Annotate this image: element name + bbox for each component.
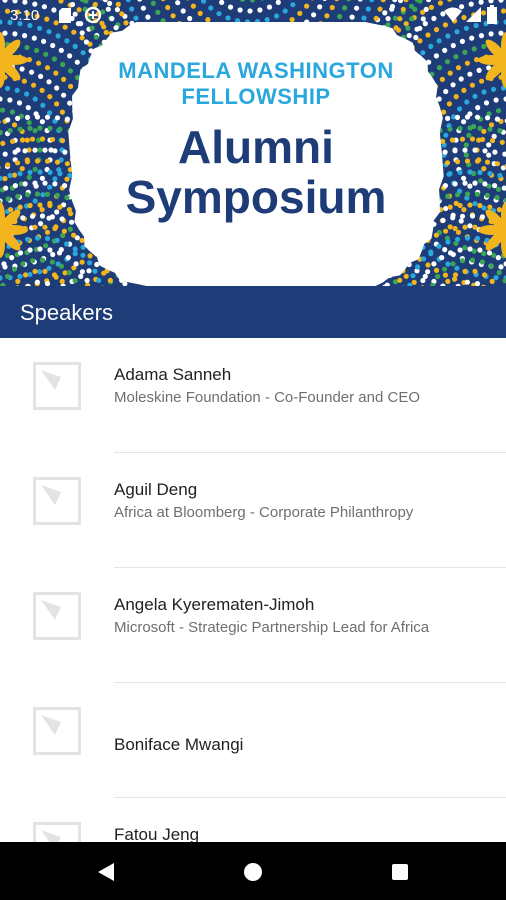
sd-card-icon [59, 8, 71, 23]
screen-title: Speakers [20, 300, 113, 325]
data-saver-icon [84, 6, 102, 24]
speaker-affiliation: Moleskine Foundation - Co-Founder and CE… [114, 389, 420, 406]
image-placeholder-icon [33, 707, 81, 755]
speaker-row[interactable]: Aguil Deng Africa at Bloomberg - Corpora… [0, 453, 506, 568]
image-placeholder-icon [33, 592, 81, 640]
header-banner: MANDELA WASHINGTON FELLOWSHIP Alumni Sym… [0, 0, 506, 286]
speaker-name: Aguil Deng [114, 480, 198, 499]
speaker-name: Fatou Jeng [114, 825, 200, 842]
banner-card: MANDELA WASHINGTON FELLOWSHIP Alumni Sym… [66, 22, 446, 286]
app-toolbar: Speakers [0, 286, 506, 338]
speaker-row[interactable]: Boniface Mwangi [0, 683, 506, 798]
event-title: Alumni Symposium [125, 121, 387, 223]
home-circle-icon[interactable] [243, 862, 263, 882]
speaker-name: Adama Sanneh [114, 365, 232, 384]
speaker-row[interactable]: Angela Kyerematen-Jimoh Microsoft - Stra… [0, 568, 506, 683]
speaker-row[interactable]: Adama Sanneh Moleskine Foundation - Co-F… [0, 338, 506, 453]
speaker-affiliation: Microsoft - Strategic Partnership Lead f… [114, 619, 430, 636]
speaker-name: Boniface Mwangi [114, 735, 244, 754]
system-navigation-bar [0, 842, 506, 900]
speaker-row[interactable]: Fatou Jeng [0, 798, 506, 842]
recents-square-icon[interactable] [390, 862, 410, 882]
signal-icon [466, 7, 481, 22]
speaker-affiliation: Africa at Bloomberg - Corporate Philanth… [114, 504, 414, 521]
speaker-name: Angela Kyerematen-Jimoh [114, 595, 315, 614]
speakers-list[interactable]: Adama Sanneh Moleskine Foundation - Co-F… [0, 338, 506, 842]
status-time: 3:10 [10, 7, 40, 24]
fellowship-label: MANDELA WASHINGTON FELLOWSHIP [118, 58, 394, 109]
back-triangle-icon[interactable] [96, 862, 116, 882]
image-placeholder-icon [33, 477, 81, 525]
image-placeholder-icon [33, 822, 81, 842]
status-bar: 3:10 [0, 0, 506, 30]
wifi-icon [444, 7, 462, 22]
image-placeholder-icon [33, 362, 81, 410]
battery-icon [487, 5, 497, 24]
